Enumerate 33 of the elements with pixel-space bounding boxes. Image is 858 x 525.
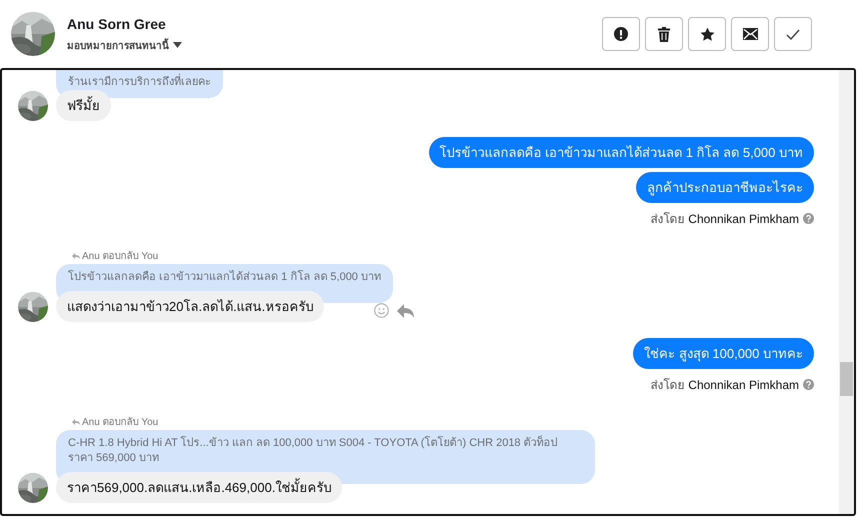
sent-by-label: ส่งโดย	[650, 211, 684, 228]
message-bubble: ใช่คะ สูงสุด 100,000 บาทคะ	[633, 338, 814, 369]
caret-icon	[173, 42, 182, 48]
star-icon	[700, 26, 714, 42]
scrollbar[interactable]	[839, 70, 854, 514]
check-icon	[786, 28, 800, 40]
reply-icon	[72, 418, 80, 424]
mail-icon	[742, 28, 758, 40]
sender-name: Chonnikan Pimkham	[688, 212, 799, 226]
message-bubble: ฟรีมั้ย	[56, 90, 111, 121]
sent-by-label: ส่งโดย	[650, 377, 684, 394]
trash-icon	[658, 26, 670, 42]
contact-name: Anu Sorn Gree	[67, 16, 167, 32]
check-button[interactable]	[774, 17, 812, 51]
scrollbar-thumb[interactable]	[840, 362, 853, 396]
trash-button[interactable]	[645, 17, 683, 51]
alert-icon	[614, 27, 628, 41]
sender-name: Chonnikan Pimkham	[688, 378, 799, 392]
message-bubble: แสดงว่าเอามาข้าว20โล.ลดได้.แสน.หรอครับ	[56, 291, 324, 322]
smiley-icon[interactable]	[374, 303, 390, 318]
reply-label: Anu ตอบกลับ You	[82, 250, 158, 263]
star-button[interactable]	[688, 17, 726, 51]
mail-button[interactable]	[731, 17, 769, 51]
message-bubble: ลูกค้าประกอบอาชีพอะไรคะ	[636, 172, 814, 203]
alert-button[interactable]	[602, 17, 640, 51]
reply-icon[interactable]	[397, 304, 414, 318]
reply-label: Anu ตอบกลับ You	[82, 416, 158, 429]
help-icon	[803, 379, 814, 390]
reply-icon	[72, 252, 80, 258]
message-bubble: โปรข้าวแลกลดคือ เอาข้าวมาแลกได้ส่วนลด 1 กิโล ลด 5,000 บาท	[428, 137, 814, 168]
assign-dropdown[interactable]: มอบหมายการสนทนานี้	[67, 38, 182, 52]
help-icon	[803, 213, 814, 224]
message-bubble: ราคา569,000.ลดแสน.เหลือ.469,000.ใช่มั้ยครับ	[56, 472, 342, 503]
